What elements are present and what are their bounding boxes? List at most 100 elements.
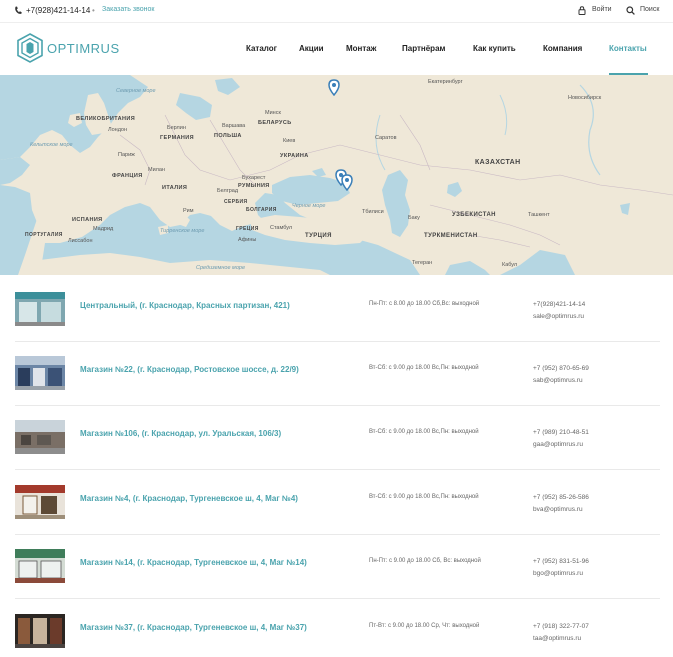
map-label: ГЕРМАНИЯ [160,135,195,141]
map-label: СЕРБИЯ [224,199,248,205]
map-label: Минск [265,110,281,116]
map-marker-icon[interactable] [341,174,353,191]
lock-icon[interactable] [578,6,586,15]
map-label: Кабул [502,262,518,268]
map-label: Афины [238,237,257,243]
logo-mark-icon [17,33,43,63]
store-hours: Вт-Сб: с 9.00 до 18.00 Вс,Пн: выходной [369,429,479,435]
nav-item-installation[interactable]: Монтаж [346,44,376,53]
map-label: РУМЫНИЯ [238,183,270,189]
map-label: Милан [148,167,165,173]
store-photo[interactable] [15,549,65,583]
divider [15,469,660,470]
store-item[interactable]: Магазин №37, (г. Краснодар, Тургеневское… [15,614,660,657]
nav-item-contacts[interactable]: Контакты [609,44,647,53]
store-hours: Вт-Сб: с 9.00 до 18.00 Вс,Пн: выходной [369,494,479,500]
store-photo[interactable] [15,485,65,519]
store-phone[interactable]: +7 (952) 870-65-69 [533,365,589,372]
nav-item-catalog[interactable]: Каталог [246,44,277,53]
map-label: Тирренское море [160,228,205,234]
map-label: КАЗАХСТАН [475,159,521,166]
map-label: ПОРТУГАЛИЯ [25,232,63,238]
store-email[interactable]: sab@optimrus.ru [533,377,583,384]
store-hours: Пн-Пт: с 8.00 до 18.00 Сб,Вс: выходной [369,301,480,307]
divider [0,22,673,23]
store-phone[interactable]: +7 (918) 322-77-07 [533,623,589,630]
store-hours: Пт-Вт: с 9.00 до 18.00 Ср, Чт: выходной [369,623,480,629]
map-label: УЗБЕКИСТАН [452,212,496,218]
divider [15,405,660,406]
store-phone[interactable]: +7 (952) 831-51-96 [533,558,589,565]
logo[interactable]: OPTIMRUS [17,33,127,63]
divider [15,598,660,599]
map-label: Париж [118,152,135,158]
map-label: ИТАЛИЯ [162,185,188,191]
map-label: Лондон [108,127,128,133]
phone-icon [15,6,22,14]
map-label: Екатеринбург [428,79,463,85]
map-label: Тбилиси [362,209,384,215]
store-hours: Пн-Пт: с 9.00 до 18.00 Сб, Вс: выходной [369,558,481,564]
store-photo[interactable] [15,614,65,648]
store-email[interactable]: gaa@optimrus.ru [533,441,583,448]
header-phone[interactable]: +7(928)421-14-14 [26,6,90,15]
search-link[interactable]: Поиск [640,6,659,13]
store-photo[interactable] [15,356,65,390]
map-label: Белград [217,188,239,194]
map-label: Средиземное море [196,265,246,271]
map-label: Варшава [222,123,246,129]
divider [15,341,660,342]
map-label: Рим [183,208,194,214]
map-label: Киев [283,138,296,144]
map-label: Баку [408,215,420,221]
map-label: ГРЕЦИЯ [236,226,259,232]
store-phone[interactable]: +7 (989) 210-48-51 [533,429,589,436]
nav-item-promotions[interactable]: Акции [299,44,324,53]
nav-item-company[interactable]: Компания [543,44,582,53]
divider [15,534,660,535]
map-label: Новосибирск [568,95,602,101]
store-name[interactable]: Магазин №22, (г. Краснодар, Ростовское ш… [80,365,299,374]
store-photo[interactable] [15,420,65,454]
map-label: Стамбул [270,225,293,231]
store-name[interactable]: Центральный, (г. Краснодар, Красных парт… [80,301,290,310]
store-phone[interactable]: +7(928)421-14-14 [533,301,585,308]
store-hours: Вт-Сб: с 9.00 до 18.00 Вс,Пн: выходной [369,365,479,371]
nav-item-how-to-buy[interactable]: Как купить [473,44,516,53]
map-label: Северное море [116,88,156,94]
store-name[interactable]: Магазин №37, (г. Краснодар, Тургеневское… [80,623,307,632]
map-label: УКРАИНА [280,153,309,159]
nav-item-partners[interactable]: Партнёрам [402,44,445,53]
store-email[interactable]: sale@optimrus.ru [533,313,584,320]
store-email[interactable]: bgo@optimrus.ru [533,570,583,577]
store-email[interactable]: bva@optimrus.ru [533,506,583,513]
store-name[interactable]: Магазин №14, (г. Краснодар, Тургеневское… [80,558,307,567]
map-label: Берлин [167,125,186,131]
map-label: Бухарест [242,175,266,181]
map-label: Лиссабон [68,238,93,244]
phone-dropdown-arrow[interactable]: • [92,6,95,15]
store-name[interactable]: Магазин №4, (г. Краснодар, Тургеневское … [80,494,298,503]
map-label: ВЕЛИКОБРИТАНИЯ [76,116,136,122]
login-link[interactable]: Войти [592,6,612,13]
map-label: БЕЛАРУСЬ [258,120,292,126]
map-label: Ташкент [528,212,550,218]
search-icon[interactable] [626,6,635,15]
map-label: Кельтское море [30,142,73,148]
store-name[interactable]: Магазин №106, (г. Краснодар, ул. Уральск… [80,429,281,438]
map-label: Мадрид [93,226,114,232]
store-phone[interactable]: +7 (952) 85-26-586 [533,494,589,501]
store-photo[interactable] [15,292,65,326]
map-label: ТУРЦИЯ [305,233,332,239]
callback-link[interactable]: Заказать звонок [102,6,154,13]
top-bar: +7(928)421-14-14 • Заказать звонок Войти… [0,0,673,22]
map-marker-icon[interactable] [328,79,340,96]
map-label: ПОЛЬША [214,133,242,139]
map-label: Черное море [292,203,326,209]
logo-text: OPTIMRUS [47,41,120,56]
map-label: Тегеран [412,260,433,266]
store-map[interactable]: Екатеринбург Новосибирск Северное море В… [0,75,673,275]
map-label: БОЛГАРИЯ [246,207,277,213]
store-email[interactable]: taa@optimrus.ru [533,635,581,642]
map-label: ФРАНЦИЯ [112,173,143,179]
